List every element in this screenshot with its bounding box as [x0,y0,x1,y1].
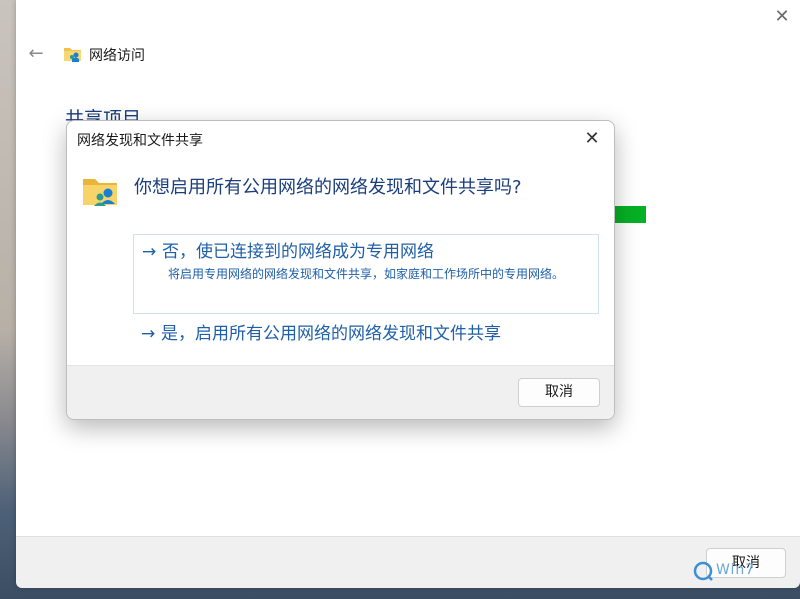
network-folder-icon [64,48,81,62]
progress-bar-fill [610,206,646,223]
option-enable-public-sharing[interactable]: → 是，启用所有公用网络的网络发现和文件共享 [133,317,599,351]
network-folder-icon [83,179,117,206]
option-make-private-network[interactable]: → 否，使已连接到的网络成为专用网络 将启用专用网络的网络发现和文件共享，如家庭和… [133,234,599,314]
option-label: 是，启用所有公用网络的网络发现和文件共享 [161,324,501,344]
dialog-title: 网络发现和文件共享 [77,133,203,149]
window-close-button[interactable]: ✕ [771,6,793,28]
arrow-right-icon: → [141,324,156,344]
watermark-text: Win7 [716,562,756,578]
option-label: 否，使已连接到的网络成为专用网络 [162,242,434,262]
option-description: 将启用专用网络的网络发现和文件共享，如家庭和工作场所中的专用网络。 [168,267,565,281]
arrow-right-icon: → [142,242,157,262]
dialog-close-button[interactable]: ✕ [580,127,604,151]
network-discovery-dialog: 网络发现和文件共享 ✕ 你想启用所有公用网络的网络发现和文件共享吗? → 否，使已… [66,120,615,420]
watermark-logo-icon [693,561,713,581]
window-title: 网络访问 [89,48,145,64]
back-button[interactable]: ← [26,44,46,64]
dialog-cancel-button[interactable]: 取消 [518,378,600,407]
dialog-question: 你想启用所有公用网络的网络发现和文件共享吗? [134,177,522,198]
window-footer [16,536,800,588]
